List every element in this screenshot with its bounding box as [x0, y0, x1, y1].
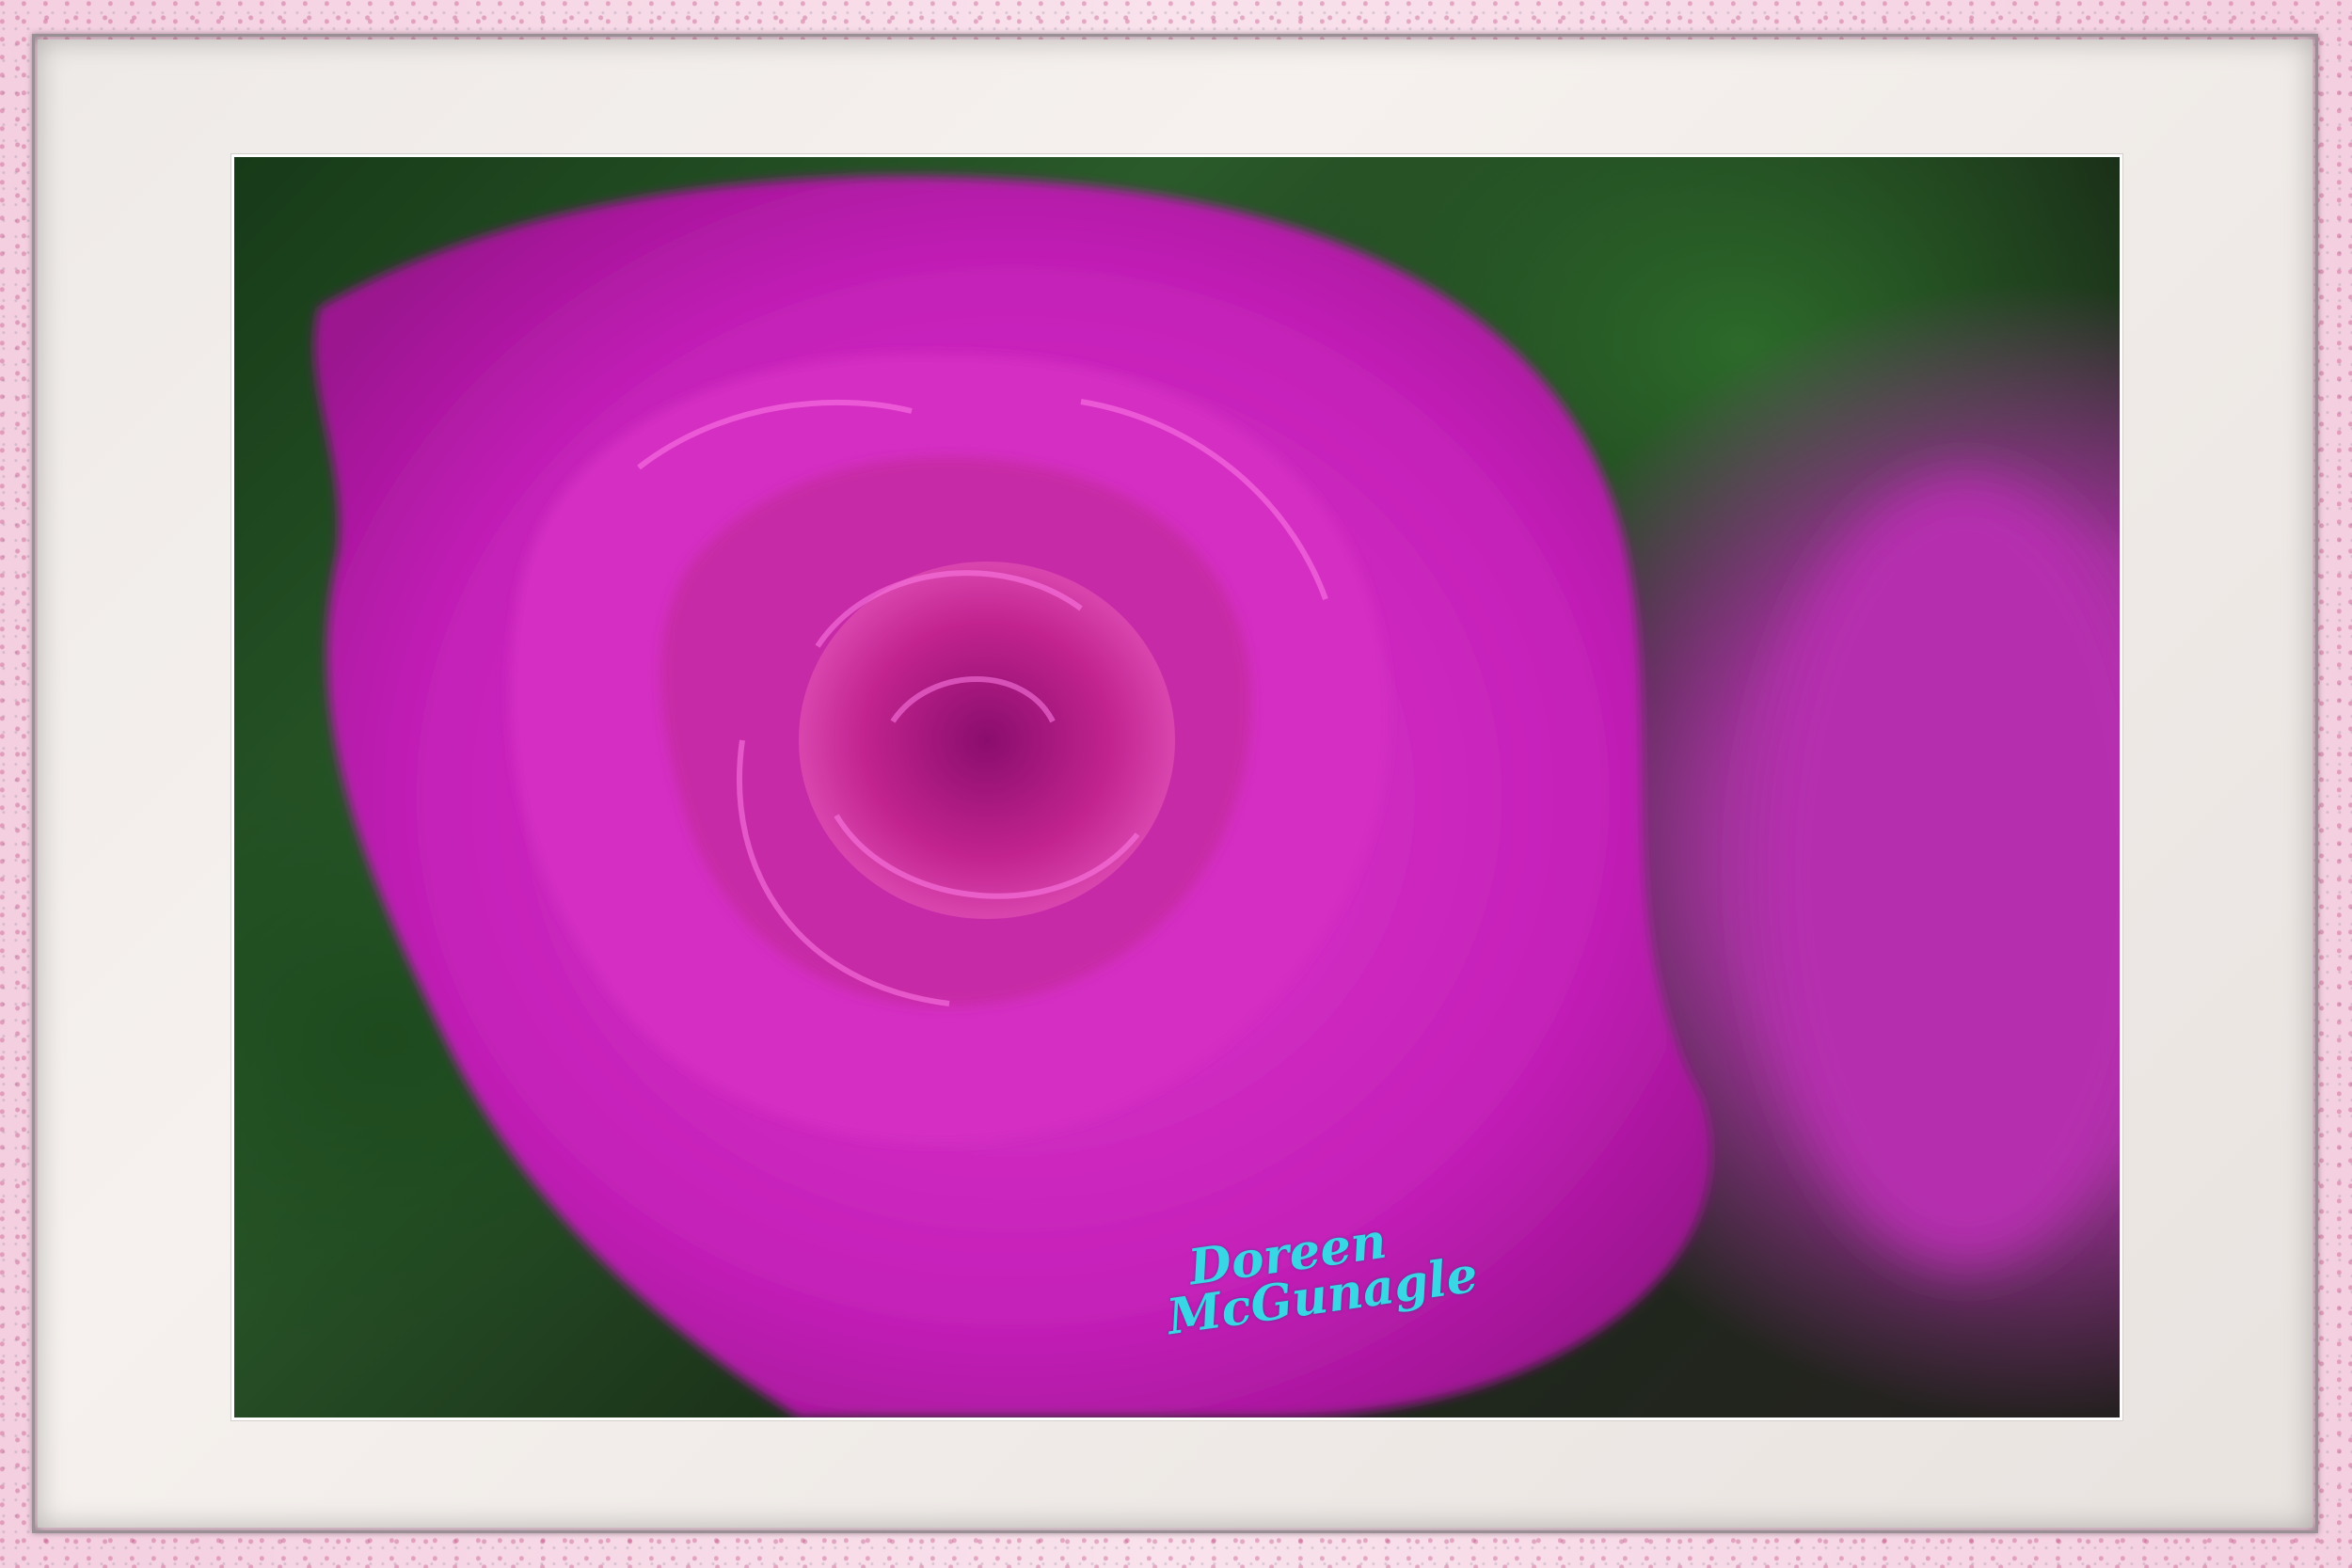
background-rose: [1758, 477, 2120, 1267]
rose-photo: [231, 154, 2122, 1420]
rose-illustration: [314, 176, 2120, 1418]
rose-center: [799, 562, 1175, 919]
